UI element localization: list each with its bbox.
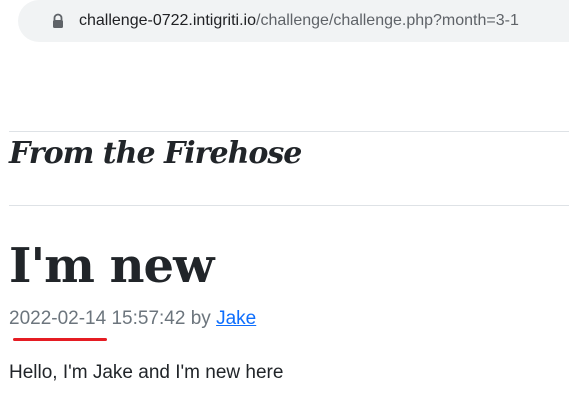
- post-time: 15:57:42: [111, 308, 186, 329]
- url-path: /challenge/challenge.php?month=3-1: [256, 12, 519, 29]
- header-divider: [9, 205, 569, 206]
- blog-title: From the Firehose: [9, 136, 302, 171]
- url-host: challenge-0722.intigriti.io: [79, 12, 256, 29]
- post-date-text: 2022-02-14: [9, 308, 107, 329]
- author-link[interactable]: Jake: [216, 308, 256, 329]
- top-divider: [9, 131, 569, 132]
- red-underline-annotation: [13, 338, 108, 341]
- post-content: Hello, I'm Jake and I'm new here: [9, 362, 284, 383]
- post-date: 2022-02-14: [9, 306, 108, 341]
- lock-icon: [53, 13, 63, 28]
- post-meta: 2022-02-14 15:57:42 by Jake: [9, 306, 256, 341]
- url-text[interactable]: challenge-0722.intigriti.io/challenge/ch…: [79, 10, 519, 32]
- address-bar[interactable]: challenge-0722.intigriti.io/challenge/ch…: [18, 0, 569, 42]
- by-label: by: [190, 308, 211, 329]
- post-title: I'm new: [9, 238, 214, 294]
